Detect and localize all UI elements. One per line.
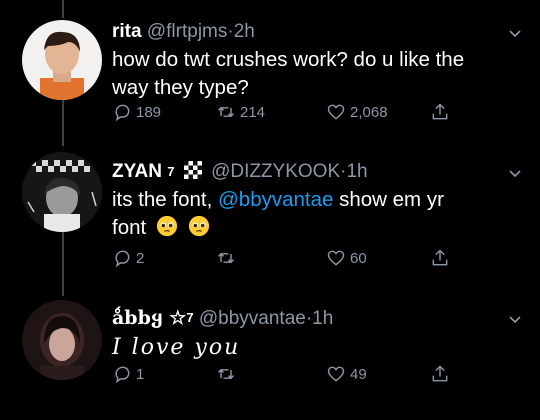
chevron-down-icon[interactable]: [508, 312, 522, 326]
user-handle[interactable]: @flrtpjms: [147, 21, 228, 42]
tweet-text: I love you: [112, 334, 240, 362]
reply-button[interactable]: 189: [112, 102, 161, 122]
reply-button[interactable]: 2: [112, 248, 144, 268]
retweet-count: 214: [240, 103, 266, 121]
share-icon: [432, 103, 448, 120]
like-button[interactable]: 2,068: [326, 102, 388, 122]
tweet-text-line: how do twt crushes work? do u like the: [112, 48, 465, 71]
reply-icon: [115, 366, 130, 384]
heart-icon: [327, 366, 345, 382]
reply-count: 1: [136, 365, 145, 383]
avatar[interactable]: [22, 152, 102, 232]
heart-icon: [327, 104, 345, 120]
display-name[interactable]: ǻbbყ ☆: [112, 307, 186, 329]
like-count: 49: [350, 365, 367, 383]
checkered-flag-emoji: [183, 161, 202, 179]
reply-icon: [115, 104, 130, 122]
tweet-text-segment: its the font,: [112, 188, 218, 211]
tweet[interactable]: ZYAN 7 @DIZZYKOOK·1h its the font, @bbyv…: [0, 146, 540, 292]
tweet-text-line: its the font, @bbyvantae show em yr: [112, 186, 444, 214]
user-handle[interactable]: @DIZZYKOOK: [211, 161, 340, 182]
tweet-text-line: way they type?: [112, 76, 249, 99]
chevron-down-icon[interactable]: [508, 166, 522, 180]
retweet-icon: [217, 106, 235, 118]
name-badge: 7: [167, 164, 175, 179]
tweet[interactable]: rita @flrtpjms·2h how do twt crushes wor…: [0, 0, 540, 146]
name-badge: 7: [186, 310, 194, 325]
retweet-icon: [217, 368, 235, 380]
tweet-header: rita @flrtpjms·2h: [112, 20, 255, 44]
avatar[interactable]: [22, 20, 102, 100]
avatar[interactable]: [22, 300, 102, 380]
share-icon: [432, 365, 448, 382]
display-name[interactable]: rita: [112, 21, 142, 42]
share-button[interactable]: [430, 102, 450, 122]
share-button[interactable]: [430, 364, 450, 384]
mention-link[interactable]: @bbyvantae: [218, 188, 333, 211]
like-count: 60: [350, 249, 367, 267]
like-button[interactable]: 49: [326, 364, 367, 384]
retweet-icon: [217, 252, 235, 264]
share-button[interactable]: [430, 248, 450, 268]
reply-count: 2: [136, 249, 145, 267]
tweet-header: ZYAN 7 @DIZZYKOOK·1h: [112, 160, 368, 184]
pleading-face-emoji: [188, 215, 209, 237]
tweet-text-segment: show em yr: [333, 188, 444, 211]
like-count: 2,068: [350, 103, 388, 121]
tweet-header: ǻbbყ ☆7 @bbyvantae·1h: [112, 306, 333, 331]
reply-button[interactable]: 1: [112, 364, 144, 384]
reply-icon: [115, 250, 130, 268]
share-icon: [432, 249, 448, 266]
reply-count: 189: [136, 103, 162, 121]
tweet-text-segment: font: [112, 216, 147, 239]
tweet-text-line: I love you: [112, 335, 241, 360]
user-handle[interactable]: @bbyvantae: [199, 308, 306, 329]
tweet[interactable]: ǻbbყ ☆7 @bbyvantae·1h I love you 1 49: [0, 292, 540, 420]
retweet-button[interactable]: 214: [216, 102, 265, 122]
like-button[interactable]: 60: [326, 248, 367, 268]
retweet-button[interactable]: [216, 364, 240, 384]
pleading-face-emoji: [156, 215, 177, 237]
tweet-text: its the font, @bbyvantae show em yr font: [112, 186, 444, 242]
timestamp[interactable]: 1h: [312, 308, 333, 329]
tweet-text-line: font: [112, 214, 444, 242]
chevron-down-icon[interactable]: [508, 26, 522, 40]
tweet-text: how do twt crushes work? do u like the w…: [112, 46, 464, 102]
display-name[interactable]: ZYAN: [112, 161, 162, 182]
retweet-button[interactable]: [216, 248, 240, 268]
timestamp[interactable]: 2h: [234, 21, 255, 42]
heart-icon: [327, 250, 345, 266]
timestamp[interactable]: 1h: [346, 161, 367, 182]
